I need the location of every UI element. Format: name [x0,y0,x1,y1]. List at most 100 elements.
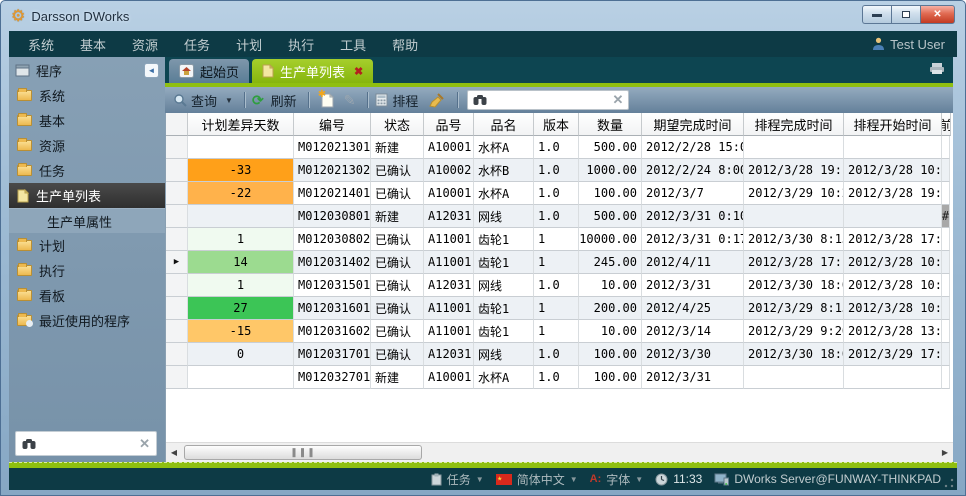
restore-button[interactable] [891,5,920,24]
clock-icon [26,320,33,327]
menu-item[interactable]: 帮助 [379,35,431,54]
font-menu[interactable]: A: 字体 ▼ [590,471,644,488]
sidebar-item[interactable]: 基本 [9,108,165,133]
row-selector[interactable] [166,136,188,159]
clear-broom-icon[interactable] [428,93,444,108]
menu-item[interactable]: 系统 [15,35,67,54]
row-selector[interactable] [166,320,188,343]
sidebar-search-clear-icon[interactable]: ✕ [139,436,150,452]
sidebar-search-input[interactable] [40,437,135,451]
tab-inactive[interactable]: 起始页 [169,59,249,83]
row-selector[interactable] [166,343,188,366]
table-row[interactable]: -22M012021401已确认A10001水杯A1.0100.002012/3… [166,182,953,205]
resize-grip[interactable] [944,478,954,488]
sidebar-item[interactable]: 生产单属性 [9,208,165,233]
user-area[interactable]: Test User [872,37,951,52]
table-row[interactable]: 27M012031601已确认A11001齿轮11200.002012/4/25… [166,297,953,320]
toolbar-search-clear-icon[interactable]: ✕ [613,92,624,108]
table-row[interactable]: M012021301新建A10001水杯A1.0500.002012/2/28 … [166,136,953,159]
table-row[interactable]: 1M012030802已确认A11001齿轮1110000.002012/3/3… [166,228,953,251]
sidebar-search-box[interactable]: ✕ [15,431,157,456]
title-bar[interactable]: ⚙ Darsson DWorks ▬ ✕ [1,1,965,31]
column-header[interactable]: 前 [942,113,951,136]
column-header[interactable]: 期望完成时间 [642,113,744,136]
schedule-button[interactable]: 排程 [375,91,422,110]
qty-cell: 500.00 [579,136,642,159]
query-button[interactable]: 查询 ▼ [173,91,237,110]
menu-item[interactable]: 基本 [67,35,119,54]
language-menu[interactable]: ★ 简体中文 ▼ [496,471,578,488]
close-button[interactable]: ✕ [920,5,955,24]
row-selector[interactable] [166,274,188,297]
sidebar-item[interactable]: 系统 [9,83,165,108]
row-selector[interactable] [166,205,188,228]
scroll-left-button[interactable]: ◀ [166,444,182,462]
sidebar-item[interactable]: 执行 [9,258,165,283]
column-header[interactable]: 数量 [579,113,642,136]
item-no-cell: A10001 [424,366,474,389]
column-header[interactable]: 排程开始时间 [844,113,942,136]
table-row[interactable]: -15M012031602已确认A11001齿轮1110.002012/3/14… [166,320,953,343]
menu-item[interactable]: 任务 [171,35,223,54]
sidebar-collapse-button[interactable]: ◄ [144,63,159,78]
toolbar-search-input[interactable] [490,93,609,107]
row-selector[interactable]: ▶ [166,251,188,274]
sidebar-item[interactable]: 计划 [9,233,165,258]
table-row[interactable]: -33M012021302已确认A10002水杯B1.01000.002012/… [166,159,953,182]
item-name-cell: 齿轮1 [474,297,534,320]
qty-cell: 100.00 [579,343,642,366]
horizontal-scrollbar[interactable]: ◀ ❚❚❚ ▶ [166,442,953,462]
qty-cell: 10.00 [579,274,642,297]
sidebar-item[interactable]: 看板 [9,283,165,308]
toolbar: 查询 ▼ ⟳ 刷新 ✱ ✎ [165,87,953,113]
item-name-cell: 齿轮1 [474,228,534,251]
table-row[interactable]: 0M012031701已确认A12031网线1.0100.002012/3/30… [166,343,953,366]
column-header[interactable]: 计划差异天数 [188,113,294,136]
minimize-button[interactable]: ▬ [862,5,891,24]
printer-icon[interactable] [929,62,945,80]
sidebar-item[interactable]: 资源 [9,133,165,158]
sidebar-item[interactable]: 任务 [9,158,165,183]
edit-pencil-icon[interactable]: ✎ [344,92,356,109]
menu-item[interactable]: 执行 [275,35,327,54]
menu-item[interactable]: 资源 [119,35,171,54]
task-menu[interactable]: 任务 ▼ [431,471,484,488]
table-row[interactable]: M012030801新建A12031网线1.0500.002012/3/31 0… [166,205,953,228]
tab-close-icon[interactable]: ✖ [354,65,363,78]
column-header[interactable]: 状态 [371,113,424,136]
no-cell: M012032701 [294,366,371,389]
query-dropdown-caret[interactable]: ▼ [225,96,233,105]
column-header[interactable]: 品号 [424,113,474,136]
row-selector[interactable] [166,366,188,389]
menu-item[interactable]: 计划 [223,35,275,54]
new-button[interactable]: ✱ [321,93,334,108]
sidebar-item[interactable]: 生产单列表 [9,183,165,208]
column-header[interactable]: 排程完成时间 [744,113,844,136]
overflow-marker-cell [942,320,950,343]
tab-active[interactable]: 生产单列表✖ [252,59,373,83]
no-cell: M012031701 [294,343,371,366]
scrollbar-thumb[interactable]: ❚❚❚ [184,445,422,460]
table-row[interactable]: M012032701新建A10001水杯A1.0100.002012/3/31 [166,366,953,389]
column-header[interactable]: 编号 [294,113,371,136]
column-header[interactable]: 版本 [534,113,579,136]
item-no-cell: A12031 [424,205,474,228]
row-selector[interactable] [166,159,188,182]
ver-cell: 1.0 [534,182,579,205]
table-row[interactable]: 1M012031501已确认A12031网线1.010.002012/3/312… [166,274,953,297]
sidebar-item[interactable]: 最近使用的程序 [9,308,165,333]
sidebar-header: 程序 ◄ [9,57,165,83]
table-row[interactable]: ▶14M012031402已确认A11001齿轮11245.002012/4/1… [166,251,953,274]
row-selector[interactable] [166,182,188,205]
row-selector[interactable] [166,297,188,320]
menu-item[interactable]: 工具 [327,35,379,54]
item-no-cell: A11001 [424,297,474,320]
toolbar-search-box[interactable]: ✕ [467,90,629,110]
toolbar-separator [244,92,245,108]
qty-cell: 10000.00 [579,228,642,251]
scroll-right-button[interactable]: ▶ [937,444,953,462]
row-selector[interactable] [166,228,188,251]
column-header[interactable]: 品名 [474,113,534,136]
refresh-button[interactable]: ⟳ 刷新 [252,91,301,110]
sched-end-cell: 2012/3/29 10:20 [744,182,844,205]
